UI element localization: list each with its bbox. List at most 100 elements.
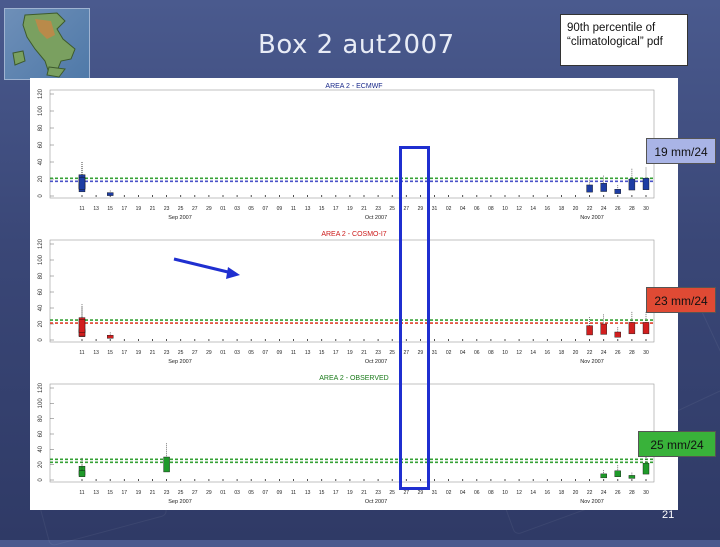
month-label: Nov 2007 — [580, 499, 604, 505]
x-tick-label: 17 — [122, 206, 128, 212]
x-tick-label: 13 — [93, 490, 99, 496]
x-tick-label: 09 — [277, 350, 283, 356]
box-mark — [628, 178, 636, 191]
x-tick-label: 08 — [488, 350, 494, 356]
month-label: Sep 2007 — [168, 359, 192, 365]
y-tick-label: 0 — [38, 338, 44, 342]
x-tick-label: 22 — [587, 350, 593, 356]
x-tick-label: 19 — [347, 350, 353, 356]
month-label: Nov 2007 — [580, 359, 604, 365]
x-tick-label: 17 — [333, 206, 339, 212]
x-tick-label: 02 — [446, 350, 452, 356]
x-tick-label: 19 — [347, 206, 353, 212]
x-tick-label: 11 — [79, 206, 84, 212]
box-mark — [600, 323, 607, 335]
x-tick-label: 31 — [432, 350, 438, 356]
x-tick-label: 24 — [601, 350, 607, 356]
x-tick-label: 09 — [277, 206, 283, 212]
box-mark — [163, 456, 170, 473]
x-tick-label: 08 — [488, 490, 494, 496]
arrow-icon — [173, 257, 240, 279]
x-tick-label: 10 — [502, 350, 508, 356]
y-tick-label: 20 — [38, 320, 44, 327]
x-tick-label: 14 — [530, 350, 536, 356]
x-tick-label: 30 — [643, 206, 649, 212]
x-tick-label: 24 — [601, 490, 607, 496]
month-label: Sep 2007 — [168, 499, 192, 505]
x-tick-label: 17 — [333, 490, 339, 496]
x-tick-label: 13 — [93, 350, 99, 356]
x-tick-label: 16 — [545, 350, 551, 356]
x-tick-label: 21 — [361, 206, 367, 212]
x-tick-label: 25 — [389, 490, 395, 496]
x-tick-label: 25 — [389, 350, 395, 356]
x-tick-label: 16 — [545, 206, 551, 212]
x-tick-label: 11 — [291, 490, 296, 496]
x-tick-label: 05 — [248, 490, 254, 496]
box-mark — [78, 177, 86, 190]
x-tick-label: 26 — [615, 206, 621, 212]
panel-observed: AREA 2 - OBSERVED 0 20 40 60 80 100 120 11 13 15 17… — [30, 370, 678, 510]
italy-map-icon — [12, 12, 76, 78]
x-tick-label: 30 — [643, 490, 649, 496]
x-tick-label: 18 — [559, 490, 565, 496]
panel-cosmo: AREA 2 - COSMO-I7 0 20 40 60 80 100 120 11 13 15 17… — [30, 226, 678, 370]
x-tick-label: 27 — [192, 350, 198, 356]
plot-area: AREA 2 - ECMWF 0 20 40 60 80 100 120 11 13 15 17 19 2… — [30, 78, 678, 510]
x-tick-label: 01 — [220, 490, 226, 496]
x-tick-label: 11 — [79, 350, 84, 356]
x-tick-label: 23 — [375, 490, 381, 496]
x-tick-label: 04 — [460, 206, 466, 212]
x-tick-label: 27 — [404, 490, 410, 496]
y-tick-label: 80 — [38, 124, 44, 131]
x-tick-label: 20 — [573, 490, 579, 496]
box-mark — [600, 473, 607, 479]
x-tick-label: 10 — [502, 490, 508, 496]
x-tick-label: 27 — [192, 490, 198, 496]
y-tick-label: 40 — [38, 304, 44, 311]
y-tick-label: 20 — [38, 461, 44, 468]
y-tick-label: 120 — [38, 88, 44, 99]
x-tick-label: 22 — [587, 490, 593, 496]
chart-observed: AREA 2 - OBSERVED02040608010012011 13 15 17… — [38, 375, 655, 505]
percentile-note: 90th percentile of “climatological” pdf — [560, 14, 688, 66]
x-tick-label: 01 — [220, 206, 226, 212]
box-mark — [586, 184, 593, 193]
x-tick-label: 06 — [474, 350, 480, 356]
x-tick-label: 03 — [234, 350, 240, 356]
x-tick-label: 19 — [136, 350, 142, 356]
box-mark — [600, 183, 607, 192]
italy-map-thumbnail — [4, 8, 90, 80]
x-tick-label: 26 — [615, 490, 621, 496]
x-tick-label: 07 — [263, 490, 269, 496]
x-tick-label: 29 — [206, 206, 212, 212]
y-tick-label: 100 — [38, 254, 44, 265]
plot-frame — [49, 239, 655, 343]
box-mark — [106, 334, 114, 339]
threshold-label-ecmwf: 19 mm/24 — [646, 138, 716, 164]
y-tick-label: 40 — [38, 445, 44, 452]
month-label: Sep 2007 — [168, 215, 192, 221]
x-tick-label: 31 — [432, 206, 438, 212]
x-tick-label: 25 — [178, 350, 184, 356]
x-tick-label: 07 — [263, 350, 269, 356]
x-tick-label: 19 — [136, 490, 142, 496]
x-tick-label: 15 — [107, 206, 113, 212]
x-tick-label: 23 — [164, 350, 170, 356]
x-tick-label: 25 — [178, 490, 184, 496]
x-tick-label: 23 — [375, 350, 381, 356]
x-tick-label: 07 — [263, 206, 269, 212]
x-tick-label: 13 — [305, 490, 311, 496]
x-tick-label: 21 — [361, 490, 367, 496]
x-tick-label: 17 — [122, 350, 128, 356]
plot-frame — [49, 383, 655, 483]
box-mark — [642, 462, 650, 475]
box-mark — [586, 325, 593, 336]
box-mark — [78, 318, 86, 333]
chart-cosmo: AREA 2 - COSMO-I702040608010012011 13 15 17… — [38, 231, 655, 365]
x-tick-label: 21 — [150, 206, 156, 212]
y-tick-label: 100 — [38, 398, 44, 409]
y-tick-label: 60 — [38, 141, 44, 148]
threshold-label-observed: 25 mm/24 — [638, 431, 716, 457]
x-tick-label: 17 — [333, 350, 339, 356]
